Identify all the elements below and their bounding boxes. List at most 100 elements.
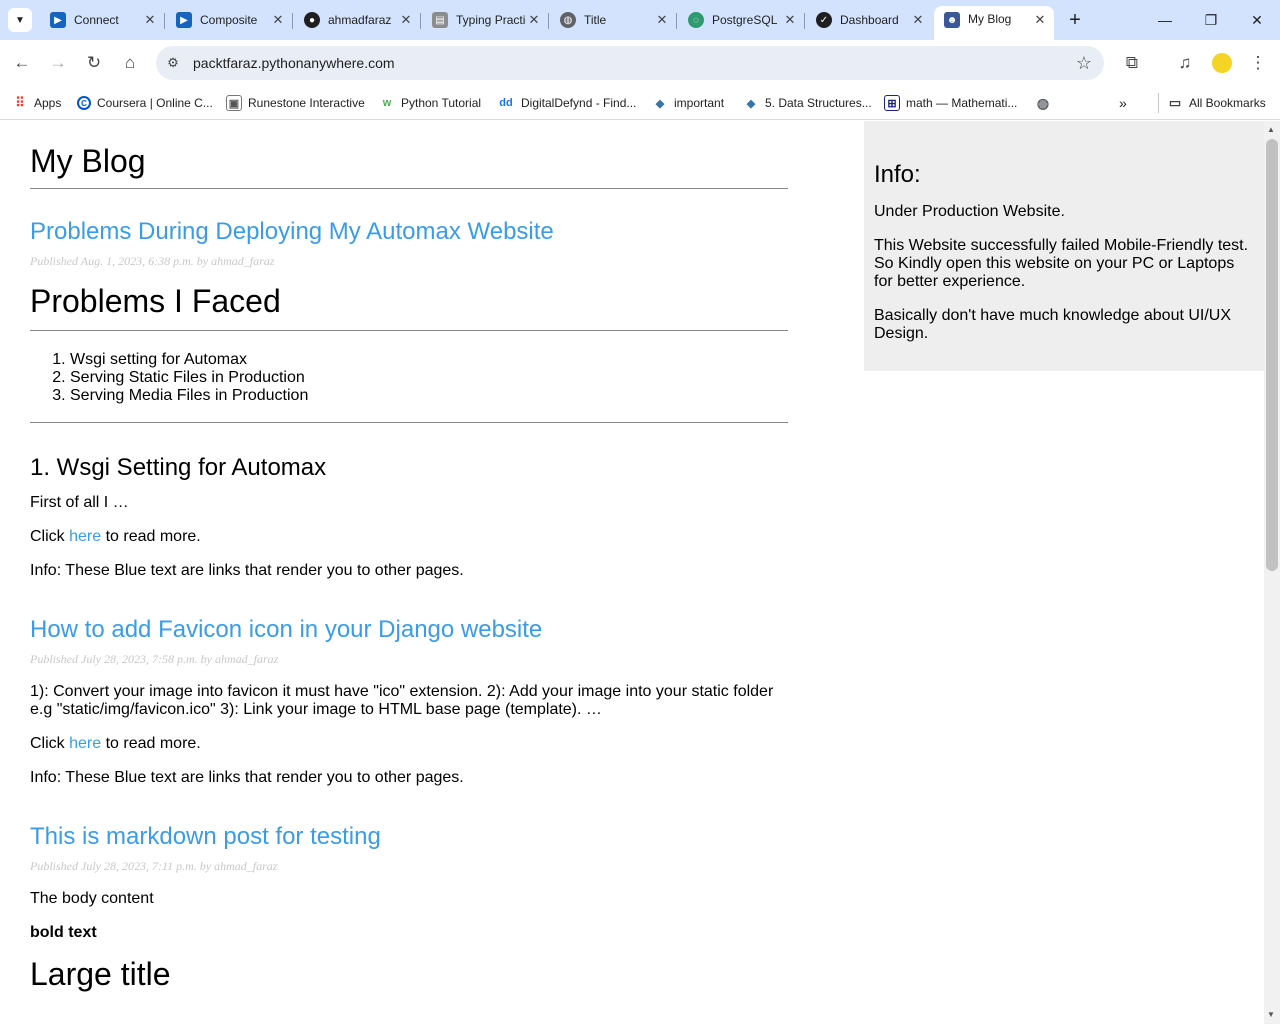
tab-title: ahmadfaraz	[328, 13, 392, 27]
post-subheading: 1. Wsgi Setting for Automax	[30, 454, 327, 481]
avatar-icon: ☻	[944, 12, 960, 28]
site-title[interactable]: My Blog	[30, 143, 788, 189]
bookmark-coursera[interactable]: C Coursera | Online C...	[77, 93, 213, 113]
info-line: Info: These Blue text are links that ren…	[30, 769, 464, 786]
sidebar-paragraph: Under Production Website.	[874, 203, 1065, 220]
tab-title: Connect	[74, 13, 119, 27]
bookmarks-overflow-icon[interactable]: »	[1119, 93, 1127, 113]
forward-icon[interactable]: →	[45, 50, 71, 76]
tab-connect[interactable]: ▶ Connect ✕	[40, 6, 165, 34]
post-body: The body content	[30, 890, 154, 907]
tab-separator	[676, 13, 677, 29]
tab-title-page[interactable]: ◍ Title ✕	[550, 6, 677, 34]
read-more-link[interactable]: here	[69, 528, 101, 545]
close-icon[interactable]: ✕	[398, 12, 414, 28]
read-more-suffix: to read more.	[101, 735, 201, 752]
scrollbar-thumb[interactable]	[1266, 139, 1278, 571]
post-title-link[interactable]: This is markdown post for testing	[30, 823, 381, 850]
page-icon: ▤	[432, 12, 448, 28]
home-icon[interactable]: ⌂	[117, 50, 143, 76]
bookmarks-bar: ⠿ Apps C Coursera | Online C... ▣ Runest…	[0, 86, 1280, 120]
post-title[interactable]: Problems During Deploying My Automax Web…	[30, 218, 788, 246]
bookmark-label: Apps	[34, 96, 62, 110]
bookmark-label: Runestone Interactive	[248, 96, 365, 110]
restore-icon[interactable]: ❐	[1196, 8, 1226, 32]
post-date: Published July 28, 2023, 7:11 p.m. by ah…	[30, 859, 278, 873]
new-tab-button[interactable]: +	[1064, 9, 1086, 31]
minimize-icon[interactable]: —	[1150, 8, 1180, 32]
list-item: Serving Media Files in Production	[70, 387, 788, 405]
bookmark-label: Python Tutorial	[401, 96, 482, 110]
post-date: Published July 28, 2023, 7:58 p.m. by ah…	[30, 652, 279, 666]
tab-separator	[164, 13, 165, 29]
info-sidebar: Info: Under Production Website. This Web…	[864, 121, 1264, 371]
tab-separator	[292, 13, 293, 29]
bookmark-star-icon[interactable]: ☆	[1076, 53, 1092, 74]
close-icon[interactable]: ✕	[270, 12, 286, 28]
all-bookmarks-label: All Bookmarks	[1189, 96, 1266, 110]
tab-github[interactable]: ● ahmadfaraz ✕	[294, 6, 421, 34]
bookmark-digitaldefynd[interactable]: dd DigitalDefynd - Find...	[497, 93, 636, 113]
tab-postgres[interactable]: ◌ PostgreSQL ✕	[678, 6, 805, 34]
read-more-line: Click here to read more.	[30, 528, 788, 546]
tab-search-button[interactable]: ▼	[8, 8, 32, 32]
extensions-icon[interactable]: ⧉	[1119, 50, 1145, 76]
problems-list: Wsgi setting for Automax Serving Static …	[30, 351, 788, 405]
apps-grid-icon: ⠿	[15, 95, 25, 110]
close-icon[interactable]: ✕	[782, 12, 798, 28]
post-title-link[interactable]: Problems During Deploying My Automax Web…	[30, 218, 554, 245]
reload-icon[interactable]: ↻	[81, 50, 107, 76]
vertical-scrollbar[interactable]: ▲ ▼	[1264, 121, 1280, 1024]
post-bold-text: bold text	[30, 924, 97, 941]
post-title-link[interactable]: How to add Favicon icon in your Django w…	[30, 616, 542, 643]
tab-dashboard[interactable]: ✓ Dashboard ✕	[806, 6, 932, 34]
scroll-down-icon[interactable]: ▼	[1267, 1010, 1275, 1019]
close-icon[interactable]: ✕	[1032, 12, 1048, 28]
close-icon[interactable]: ✕	[142, 12, 158, 28]
bookmark-label: DigitalDefynd - Find...	[521, 96, 637, 110]
bookmark-label: Coursera | Online C...	[97, 96, 213, 110]
tab-strip: ▼ ▶ Connect ✕ ▶ Composite ✕ ● ahmadfaraz…	[0, 0, 1280, 40]
bookmark-data-structures[interactable]: ◆ 5. Data Structures...	[743, 93, 872, 113]
python-icon: ◆	[746, 97, 756, 110]
sidebar-heading: Info:	[874, 161, 921, 188]
bookmark-apps[interactable]: ⠿ Apps	[12, 93, 61, 113]
media-control-icon[interactable]: ♫	[1172, 50, 1198, 76]
back-icon[interactable]: ←	[9, 50, 35, 76]
read-more-link[interactable]: here	[69, 735, 101, 752]
tab-typing[interactable]: ▤ Typing Practice ✕	[422, 6, 549, 34]
bookmark-python-tutorial[interactable]: w Python Tutorial	[379, 93, 481, 113]
all-bookmarks-button[interactable]: ▭ All Bookmarks	[1158, 93, 1266, 113]
grid-icon: ⊞	[884, 95, 900, 111]
scroll-up-icon[interactable]: ▲	[1267, 125, 1275, 134]
bookmark-label: important	[674, 96, 725, 110]
post-title[interactable]: How to add Favicon icon in your Django w…	[30, 616, 788, 644]
list-item: Serving Static Files in Production	[70, 369, 788, 387]
tab-title: Title	[584, 13, 607, 27]
runestone-icon: ▣	[226, 95, 242, 111]
bookmark-globe[interactable]: ◍	[1035, 93, 1057, 113]
post-title[interactable]: This is markdown post for testing	[30, 823, 788, 851]
address-bar[interactable]: ⚙ packtfaraz.pythonanywhere.com ☆	[156, 46, 1104, 80]
profile-avatar[interactable]	[1212, 53, 1232, 73]
globe-icon: ◍	[560, 12, 576, 28]
url-text[interactable]: packtfaraz.pythonanywhere.com	[193, 55, 395, 71]
menu-icon[interactable]: ⋮	[1245, 50, 1271, 76]
tab-title: Dashboard	[840, 13, 899, 27]
close-icon[interactable]: ✕	[654, 12, 670, 28]
tab-separator	[548, 13, 549, 29]
close-icon[interactable]: ✕	[910, 12, 926, 28]
bookmark-label: 5. Data Structures...	[765, 96, 872, 110]
tab-my-blog[interactable]: ☻ My Blog ✕	[934, 6, 1054, 40]
bookmark-math[interactable]: ⊞ math — Mathemati...	[884, 93, 1017, 113]
dd-icon: dd	[499, 97, 513, 109]
tab-composite[interactable]: ▶ Composite ✕	[166, 6, 293, 34]
post-excerpt: 1): Convert your image into favicon it m…	[30, 683, 774, 718]
bookmark-important[interactable]: ◆ important	[652, 93, 724, 113]
window-close-icon[interactable]: ✕	[1242, 8, 1272, 32]
close-icon[interactable]: ✕	[526, 12, 542, 28]
sidebar-paragraph: Basically don't have much knowledge abou…	[874, 307, 1232, 342]
bookmark-runestone[interactable]: ▣ Runestone Interactive	[226, 93, 365, 113]
bookmark-label: math — Mathemati...	[906, 96, 1018, 110]
site-info-icon[interactable]: ⚙	[164, 54, 182, 72]
